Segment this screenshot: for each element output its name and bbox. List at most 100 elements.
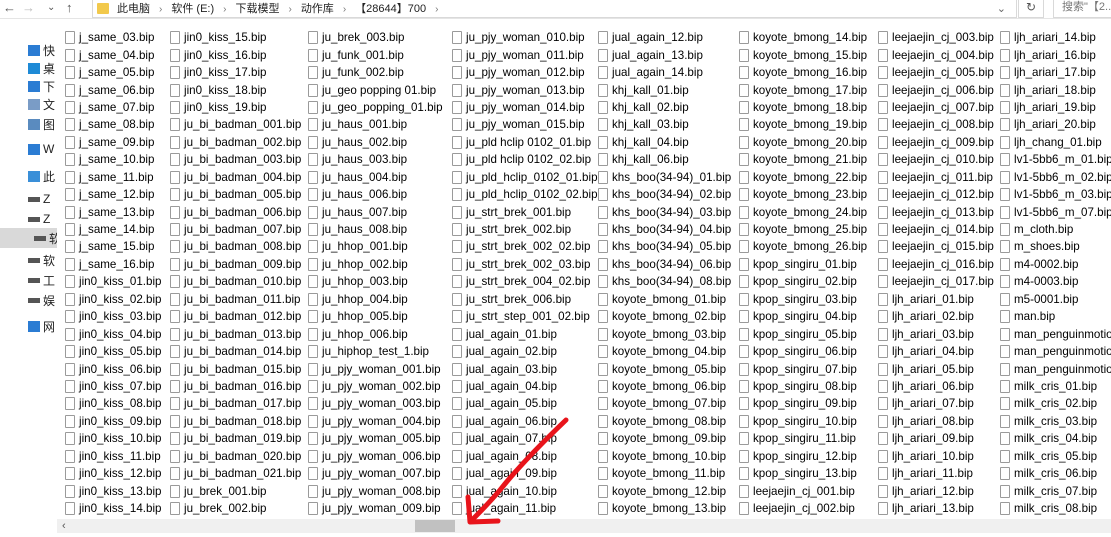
file-item[interactable]: koyote_bmong_24.bip [739, 203, 878, 220]
file-item[interactable]: jual_again_06.bip [452, 413, 598, 430]
file-item[interactable]: ju_hhop_002.bip [308, 256, 452, 273]
file-item[interactable]: ljh_ariari_10.bip [878, 448, 1000, 465]
file-item[interactable]: ju_pjy_woman_008.bip [308, 482, 452, 499]
file-item[interactable]: koyote_bmong_08.bip [598, 413, 739, 430]
file-item[interactable]: ju_pjy_woman_010.bip [452, 29, 598, 46]
file-item[interactable]: m5-0001.bip [1000, 291, 1111, 308]
file-item[interactable]: leejaejin_cj_002.bip [739, 500, 878, 517]
file-item[interactable]: jual_again_13.bip [598, 46, 739, 63]
breadcrumb-separator-icon[interactable]: › [223, 4, 226, 15]
file-item[interactable]: man_penguinmotion [1000, 360, 1111, 377]
file-item[interactable]: ljh_ariari_02.bip [878, 308, 1000, 325]
file-item[interactable]: koyote_bmong_22.bip [739, 169, 878, 186]
file-item[interactable]: kpop_singiru_13.bip [739, 465, 878, 482]
file-item[interactable]: m4-0002.bip [1000, 256, 1111, 273]
file-item[interactable]: koyote_bmong_15.bip [739, 46, 878, 63]
file-item[interactable]: j_same_09.bip [65, 134, 170, 151]
file-item[interactable]: leejaejin_cj_012.bip [878, 186, 1000, 203]
file-item[interactable]: leejaejin_cj_003.bip [878, 29, 1000, 46]
file-item[interactable]: jin0_kiss_07.bip [65, 378, 170, 395]
file-item[interactable]: leejaejin_cj_006.bip [878, 81, 1000, 98]
file-item[interactable]: ju_bi_badman_018.bip [170, 413, 308, 430]
file-item[interactable]: kpop_singiru_11.bip [739, 430, 878, 447]
file-item[interactable]: ju_bi_badman_001.bip [170, 116, 308, 133]
file-item[interactable]: koyote_bmong_02.bip [598, 308, 739, 325]
breadcrumb-separator-icon[interactable]: › [435, 4, 438, 15]
file-item[interactable]: jin0_kiss_18.bip [170, 81, 308, 98]
file-item[interactable]: lv1-5bb6_m_03.bip [1000, 186, 1111, 203]
sidebar-item[interactable]: 工 [28, 272, 57, 289]
file-item[interactable]: ju_pjy_woman_002.bip [308, 378, 452, 395]
file-item[interactable]: leejaejin_cj_014.bip [878, 221, 1000, 238]
breadcrumb-separator-icon[interactable]: › [288, 4, 291, 15]
file-item[interactable]: koyote_bmong_01.bip [598, 291, 739, 308]
sidebar-item[interactable]: 图 [28, 116, 57, 133]
file-item[interactable]: ju_strt_brek_004_02.bip [452, 273, 598, 290]
file-item[interactable]: ju_brek_001.bip [170, 482, 308, 499]
file-item[interactable]: koyote_bmong_10.bip [598, 448, 739, 465]
file-item[interactable]: j_same_03.bip [65, 29, 170, 46]
sidebar-item[interactable]: 快 [28, 42, 57, 59]
file-item[interactable]: jin0_kiss_12.bip [65, 465, 170, 482]
file-item[interactable]: jin0_kiss_02.bip [65, 291, 170, 308]
sidebar-item[interactable]: 娱 [28, 292, 57, 309]
file-item[interactable]: ju_bi_badman_017.bip [170, 395, 308, 412]
file-item[interactable]: ju_haus_002.bip [308, 134, 452, 151]
file-item[interactable]: koyote_bmong_03.bip [598, 325, 739, 342]
file-item[interactable]: leejaejin_cj_008.bip [878, 116, 1000, 133]
file-item[interactable]: jin0_kiss_17.bip [170, 64, 308, 81]
file-item[interactable]: jual_again_03.bip [452, 360, 598, 377]
breadcrumb-item[interactable]: 下载模型 [235, 3, 279, 15]
file-item[interactable]: kpop_singiru_12.bip [739, 448, 878, 465]
file-item[interactable]: koyote_bmong_05.bip [598, 360, 739, 377]
sidebar-item[interactable]: Z [28, 212, 57, 226]
file-item[interactable]: milk_cris_05.bip [1000, 448, 1111, 465]
file-item[interactable]: ju_pjy_woman_001.bip [308, 360, 452, 377]
sidebar-item[interactable]: 软 [0, 228, 57, 248]
file-item[interactable]: j_same_08.bip [65, 116, 170, 133]
file-item[interactable]: ju_bi_badman_003.bip [170, 151, 308, 168]
file-item[interactable]: m_shoes.bip [1000, 238, 1111, 255]
file-item[interactable]: ju_bi_badman_006.bip [170, 203, 308, 220]
file-item[interactable]: jin0_kiss_01.bip [65, 273, 170, 290]
file-item[interactable]: ljh_ariari_14.bip [1000, 29, 1111, 46]
scrollbar-thumb[interactable] [415, 520, 456, 532]
file-item[interactable]: kpop_singiru_07.bip [739, 360, 878, 377]
file-item[interactable]: m_cloth.bip [1000, 221, 1111, 238]
file-item[interactable]: ju_pjy_woman_013.bip [452, 81, 598, 98]
breadcrumb-item[interactable]: 此电脑 [117, 3, 150, 15]
file-item[interactable]: ju_strt_brek_002.bip [452, 221, 598, 238]
file-item[interactable]: ju_pjy_woman_006.bip [308, 448, 452, 465]
file-item[interactable]: ju_haus_006.bip [308, 186, 452, 203]
breadcrumb-separator-icon[interactable]: › [159, 4, 162, 15]
file-item[interactable]: ljh_ariari_09.bip [878, 430, 1000, 447]
file-item[interactable]: ju_pld_hclip_0102_02.bip [452, 186, 598, 203]
file-item[interactable]: jin0_kiss_15.bip [170, 29, 308, 46]
file-item[interactable]: kpop_singiru_05.bip [739, 325, 878, 342]
file-item[interactable]: ju_pjy_woman_009.bip [308, 500, 452, 517]
file-item[interactable]: leejaejin_cj_010.bip [878, 151, 1000, 168]
file-item[interactable]: jin0_kiss_06.bip [65, 360, 170, 377]
file-item[interactable]: ju_geo popping 01.bip [308, 81, 452, 98]
file-item[interactable]: khj_kall_06.bip [598, 151, 739, 168]
file-item[interactable]: ljh_ariari_17.bip [1000, 64, 1111, 81]
file-item[interactable]: ju_funk_002.bip [308, 64, 452, 81]
sidebar-item[interactable]: 文 [28, 96, 57, 113]
search-input[interactable]: 搜索"【2... [1053, 0, 1111, 18]
file-item[interactable]: lv1-5bb6_m_02.bip [1000, 169, 1111, 186]
file-item[interactable]: ju_pjy_woman_011.bip [452, 46, 598, 63]
file-item[interactable]: ju_pjy_woman_015.bip [452, 116, 598, 133]
file-item[interactable]: ju_pjy_woman_003.bip [308, 395, 452, 412]
file-item[interactable]: leejaejin_cj_009.bip [878, 134, 1000, 151]
file-item[interactable]: j_same_07.bip [65, 99, 170, 116]
file-item[interactable]: ju_pjy_woman_005.bip [308, 430, 452, 447]
file-item[interactable]: khs_boo(34-94)_05.bip [598, 238, 739, 255]
file-item[interactable]: ljh_ariari_11.bip [878, 465, 1000, 482]
file-item[interactable]: koyote_bmong_07.bip [598, 395, 739, 412]
file-item[interactable]: koyote_bmong_11.bip [598, 465, 739, 482]
address-bar[interactable]: 此电脑 › 软件 (E:) › 下载模型 › 动作库 › 【28644】700 › ⌄ [92, 0, 1017, 18]
file-item[interactable]: ju_pld_hclip_0102_01.bip [452, 169, 598, 186]
back-button[interactable]: ← [3, 0, 16, 16]
file-item[interactable]: ju_brek_003.bip [308, 29, 452, 46]
file-item[interactable]: ju_strt_step_001_02.bip [452, 308, 598, 325]
